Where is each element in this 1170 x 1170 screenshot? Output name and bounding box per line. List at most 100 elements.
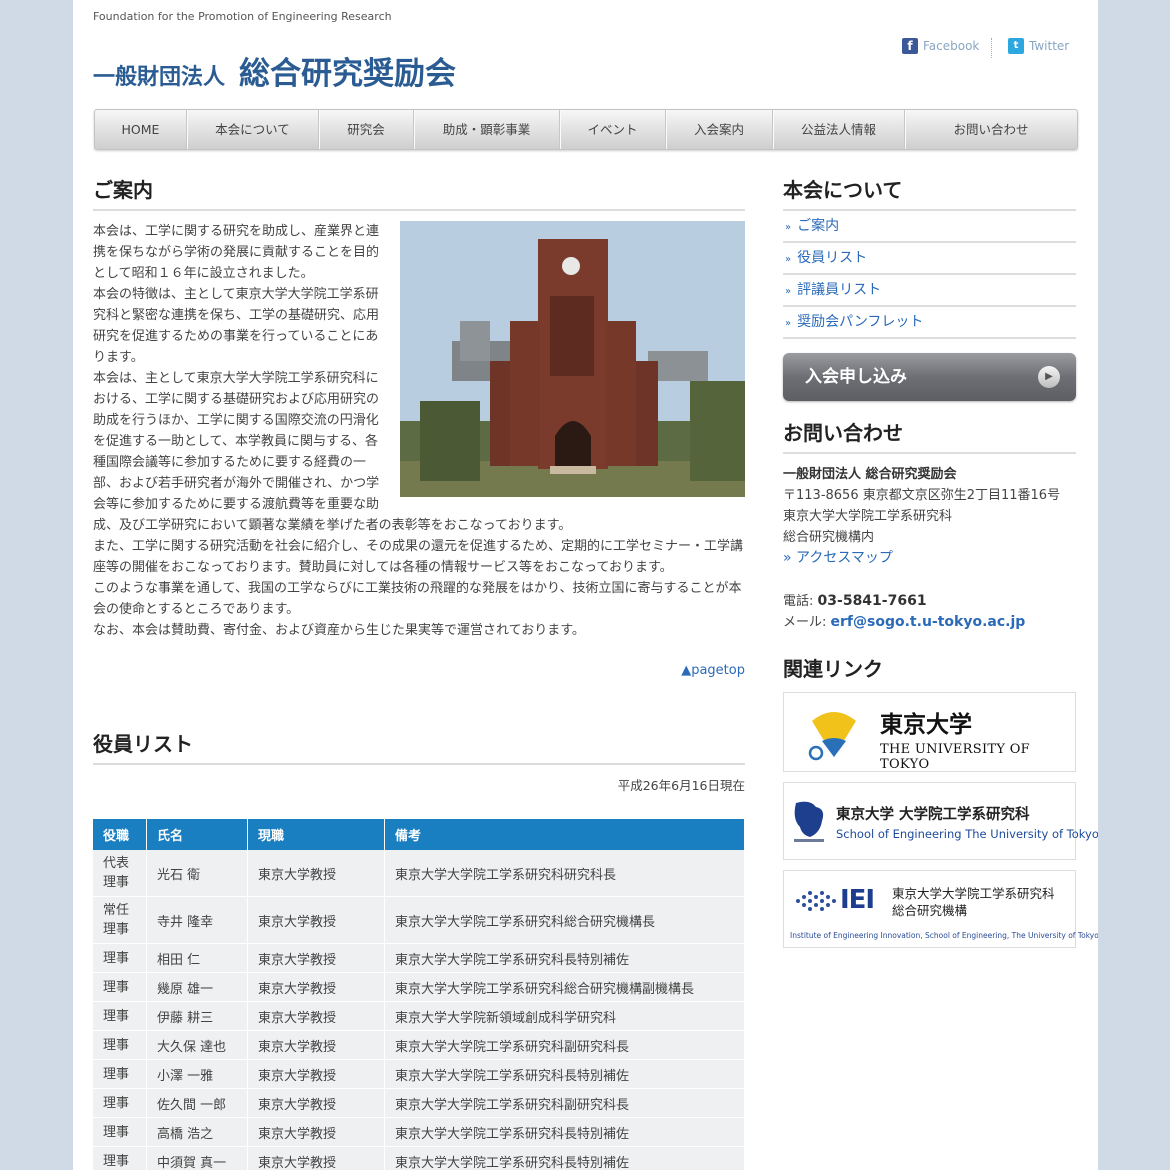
nav-grants[interactable]: 助成・顕彰事業 <box>414 110 560 149</box>
contact-address: 総合研究機構内 <box>783 530 875 545</box>
iei-name-ja: 東京大学大学院工学系研究科 総合研究機構 <box>892 885 1055 919</box>
chevron-right-icon: » <box>785 254 792 265</box>
cell-position: 東京大学教授 <box>247 972 385 1002</box>
cell-name: 相田 仁 <box>146 943 248 973</box>
cell-name: 幾原 雄一 <box>146 972 248 1002</box>
access-map-link[interactable]: » アクセスマップ <box>783 550 893 566</box>
join-label: 入会申し込み <box>805 367 907 387</box>
cell-role: 理事 <box>93 1030 147 1060</box>
table-row: 理事 幾原 雄一 東京大学教授 東京大学大学院工学系研究科総合研究機構副機構長 <box>93 972 745 1002</box>
social-divider <box>991 38 992 58</box>
twitter-link[interactable]: t Twitter <box>1008 38 1069 54</box>
cell-notes: 東京大学大学院工学系研究科総合研究機構長 <box>384 896 745 944</box>
table-row: 理事 中須賀 真一 東京大学教授 東京大学大学院工学系研究科長特別補佐 <box>93 1146 745 1170</box>
facebook-label: Facebook <box>923 39 980 53</box>
about-title: 本会について <box>783 172 1076 211</box>
mail-link[interactable]: erf@sogo.t.u-tokyo.ac.jp <box>831 614 1026 630</box>
twitter-label: Twitter <box>1029 39 1070 53</box>
table-row: 代表理事 光石 衛東京大学教授 東京大学大学院工学系研究科研究科長 <box>93 850 745 897</box>
nav-contact[interactable]: お問い合わせ <box>905 110 1077 149</box>
officers-date: 平成26年6月16日現在 <box>617 778 745 793</box>
contact-title: お問い合わせ <box>783 415 1076 454</box>
cell-notes: 東京大学大学院工学系研究科長特別補佐 <box>384 943 745 973</box>
col-name: 氏名 <box>146 819 248 850</box>
sidebar-link-label: 奨励会パンフレット <box>797 314 924 330</box>
cell-name: 寺井 隆幸 <box>146 896 248 944</box>
cell-position: 東京大学教授 <box>247 850 385 897</box>
facebook-icon: f <box>902 38 918 54</box>
cell-role: 理事 <box>93 1001 147 1031</box>
table-row: 常任理事 寺井 隆幸 東京大学教授 東京大学大学院工学系研究科総合研究機構長 <box>93 896 745 944</box>
utokyo-banner[interactable]: 東京大学 THE UNIVERSITY OF TOKYO <box>783 692 1076 772</box>
intro-paragraph: なお、本会は賛助費、寄付金、および資産から生じた果実等で運営されております。 <box>93 623 585 638</box>
iei-mark: IEI <box>840 885 875 915</box>
cell-notes: 東京大学大学院工学系研究科研究科長 <box>384 850 745 897</box>
contact-phone: 電話: 03-5841-7661 <box>783 591 1076 612</box>
contact-address: 〒113-8656 東京都文京区弥生2丁目11番16号 <box>783 488 1061 503</box>
site-logo[interactable]: 一般財団法人 総合研究奨励会 <box>93 48 456 93</box>
cell-position: 東京大学教授 <box>247 1117 385 1147</box>
cell-position: 東京大学教授 <box>247 1001 385 1031</box>
contact-info: 一般財団法人 総合研究奨励会 〒113-8656 東京都文京区弥生2丁目11番1… <box>783 464 1076 633</box>
sidebar-link-label: 評議員リスト <box>797 282 882 298</box>
pagetop-link[interactable]: ▲pagetop <box>93 663 745 678</box>
sidebar-link-officers[interactable]: » 役員リスト <box>783 243 1076 275</box>
phone-label: 電話: <box>783 594 814 609</box>
school-of-engineering-banner[interactable]: 東京大学 大学院工学系研究科 School of Engineering The… <box>783 782 1098 860</box>
cell-role: 理事 <box>93 943 147 973</box>
cell-role: 理事 <box>93 1059 147 1089</box>
contact-address: 東京大学大学院工学系研究科 <box>783 509 953 524</box>
nav-home[interactable]: HOME <box>95 110 187 149</box>
cell-role: 理事 <box>93 1117 147 1147</box>
cell-notes: 東京大学大学院工学系研究科副研究科長 <box>384 1088 745 1118</box>
engineering-logo-icon <box>794 801 824 842</box>
chevron-right-icon: » <box>785 222 792 233</box>
officers-title: 役員リスト <box>93 726 745 765</box>
nav-public-info[interactable]: 公益法人情報 <box>773 110 905 149</box>
about-links: » ご案内 » 役員リスト » 評議員リスト » 奨励会パンフレット <box>783 211 1076 339</box>
main-content: ご案内 本会は、工学に関する研究を助成し、産業界と連携を保ちながら学術の発展に貢… <box>93 172 745 1170</box>
cell-role: 理事 <box>93 1088 147 1118</box>
cell-notes: 東京大学大学院工学系研究科総合研究機構副機構長 <box>384 972 745 1002</box>
cell-role: 代表理事 <box>93 850 147 897</box>
nav-events[interactable]: イベント <box>560 110 666 149</box>
intro-paragraph: このような事業を通して、我国の工学ならびに工業技術の飛躍的な発展をはかり、技術立… <box>93 581 742 617</box>
col-position: 現職 <box>247 819 385 850</box>
logo-prefix: 一般財団法人 <box>93 65 226 90</box>
sidebar-link-pamphlet[interactable]: » 奨励会パンフレット <box>783 307 1076 339</box>
related-links-title: 関連リンク <box>783 657 883 681</box>
sidebar: 本会について » ご案内 » 役員リスト » 評議員リスト » 奨励会パンフレット 入会… <box>783 172 1098 948</box>
cell-name: 小澤 一雅 <box>146 1059 248 1089</box>
cell-position: 東京大学教授 <box>247 1030 385 1060</box>
yasuda-auditorium-photo <box>400 221 745 497</box>
nav-research-groups[interactable]: 研究会 <box>319 110 414 149</box>
col-role: 役職 <box>93 819 147 850</box>
nav-about[interactable]: 本会について <box>187 110 319 149</box>
iei-name-en: Institute of Engineering Innovation, Sch… <box>790 931 1098 940</box>
join-button[interactable]: 入会申し込み ▶ <box>783 353 1076 401</box>
main-nav: HOME 本会について 研究会 助成・顕彰事業 イベント 入会案内 公益法人情報… <box>94 109 1078 150</box>
contact-org: 一般財団法人 総合研究奨励会 <box>783 467 957 482</box>
site-tagline: Foundation for the Promotion of Engineer… <box>93 10 392 23</box>
iei-banner[interactable]: IEI 東京大学大学院工学系研究科 総合研究機構 Institute of En… <box>783 870 1098 948</box>
cell-position: 東京大学教授 <box>247 943 385 973</box>
sidebar-link-label: 役員リスト <box>797 250 868 266</box>
cell-notes: 東京大学大学院工学系研究科副研究科長 <box>384 1030 745 1060</box>
facebook-link[interactable]: f Facebook <box>902 38 979 54</box>
contact-mail: メール: erf@sogo.t.u-tokyo.ac.jp <box>783 612 1076 633</box>
cell-name: 光石 衛 <box>146 850 248 897</box>
cell-position: 東京大学教授 <box>247 1146 385 1170</box>
iei-dots-logo-icon <box>796 891 836 911</box>
nav-membership[interactable]: 入会案内 <box>666 110 773 149</box>
table-row: 理事 相田 仁東京大学教授 東京大学大学院工学系研究科長特別補佐 <box>93 943 745 973</box>
iei-name-ja-line1: 東京大学大学院工学系研究科 <box>892 886 1055 901</box>
cell-name: 高橋 浩之 <box>146 1117 248 1147</box>
cell-role: 常任理事 <box>93 896 147 944</box>
utokyo-name-en: THE UNIVERSITY OF TOKYO <box>880 742 1030 772</box>
engineering-name-en: School of Engineering The University of … <box>836 827 1098 841</box>
chevron-right-icon: » <box>785 286 792 297</box>
sidebar-link-councillors[interactable]: » 評議員リスト <box>783 275 1076 307</box>
cell-position: 東京大学教授 <box>247 896 385 944</box>
table-row: 理事 高橋 浩之 東京大学教授 東京大学大学院工学系研究科長特別補佐 <box>93 1117 745 1147</box>
sidebar-link-guide[interactable]: » ご案内 <box>783 211 1076 243</box>
